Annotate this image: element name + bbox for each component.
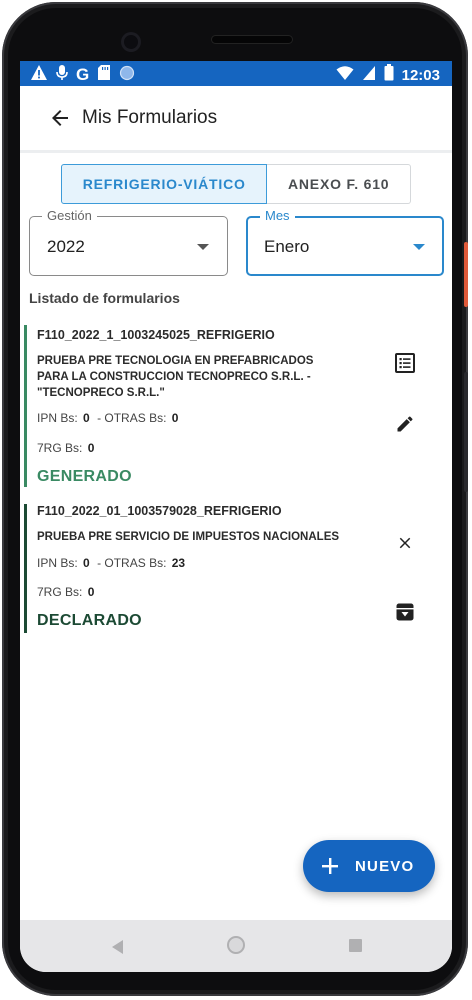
rg-value: 0	[87, 441, 95, 455]
status-bar-accent	[24, 504, 27, 633]
ipn-label: IPN Bs:	[37, 556, 78, 570]
arrow-back-icon[interactable]	[48, 106, 72, 130]
form-code: F110_2022_1_1003245025_REFRIGERIO	[37, 328, 275, 342]
otras-value: 0	[171, 411, 179, 425]
gestion-value: 2022	[47, 237, 85, 256]
mes-label: Mes	[260, 208, 295, 223]
plus-icon	[319, 855, 341, 877]
app-bar: Mis Formularios	[20, 86, 452, 153]
mic-icon	[56, 64, 68, 86]
mes-value: Enero	[264, 237, 310, 256]
toggle-refrigerio-viatico[interactable]: REFRIGERIO-VIÁTICO	[61, 164, 268, 204]
rg-value: 0	[87, 585, 95, 599]
archive-icon[interactable]	[393, 600, 417, 624]
rg-line: 7RG Bs: 0	[37, 441, 98, 455]
rg-label: 7RG Bs:	[37, 585, 83, 599]
new-button-label: NUEVO	[355, 857, 415, 875]
dropdown-arrow-icon	[413, 244, 425, 250]
battery-icon	[384, 64, 394, 86]
gestion-label: Gestión	[42, 208, 97, 223]
system-nav-bar	[20, 920, 452, 972]
form-description: PRUEBA PRE TECNOLOGIA EN PREFABRICADOS P…	[37, 355, 314, 399]
clock: 12:03	[401, 66, 440, 84]
dropdown-arrow-icon	[197, 244, 209, 250]
alert-icon	[30, 64, 48, 86]
mes-select[interactable]: Mes Enero	[246, 208, 444, 276]
nav-home-icon[interactable]	[227, 936, 245, 954]
edit-icon[interactable]	[393, 412, 417, 436]
status-bar-accent	[24, 325, 27, 487]
form-type-toggle: REFRIGERIO-VIÁTICO ANEXO F. 610	[61, 164, 411, 204]
toggle-anexo-f610[interactable]: ANEXO F. 610	[267, 164, 411, 204]
list-alt-icon[interactable]	[393, 351, 417, 375]
nav-back-icon[interactable]	[112, 940, 123, 954]
signal-icon	[362, 65, 376, 86]
ipn-value: 0	[83, 556, 90, 570]
form-description: PRUEBA PRE SERVICIO DE IMPUESTOS NACIONA…	[37, 531, 340, 543]
close-icon[interactable]	[393, 531, 417, 555]
rg-label: 7RG Bs:	[37, 441, 83, 455]
screen: G 12:03 Mis Formularios REFRIGERIO-VIÁTI…	[20, 61, 452, 972]
ipn-value: 0	[83, 411, 90, 425]
otras-label: - OTRAS Bs:	[97, 411, 167, 425]
status-declarado: DECLARADO	[37, 612, 142, 629]
nav-recents-icon[interactable]	[349, 939, 362, 952]
rg-line: 7RG Bs: 0	[37, 585, 98, 599]
status-bar: G 12:03	[20, 61, 452, 86]
amounts-line: IPN Bs: 0 - OTRAS Bs: 0	[37, 411, 182, 425]
front-camera	[121, 32, 141, 52]
list-item: F110_2022_01_1003579028_REFRIGERIO PRUEB…	[24, 504, 444, 634]
volume-button	[464, 372, 468, 492]
page-title: Mis Formularios	[82, 107, 218, 128]
sd-card-icon	[97, 64, 111, 86]
amounts-line: IPN Bs: 0 - OTRAS Bs: 23	[37, 556, 189, 570]
otras-label: - OTRAS Bs:	[97, 556, 167, 570]
wifi-icon	[336, 65, 354, 86]
power-button	[464, 242, 468, 307]
gestion-select[interactable]: Gestión 2022	[29, 208, 228, 276]
list-title: Listado de formularios	[29, 290, 180, 306]
otras-value: 23	[171, 556, 186, 570]
status-generado: GENERADO	[37, 468, 132, 485]
form-code: F110_2022_01_1003579028_REFRIGERIO	[37, 504, 282, 518]
list-item: F110_2022_1_1003245025_REFRIGERIO PRUEBA…	[24, 325, 444, 487]
add-new-button[interactable]: NUEVO	[303, 840, 435, 892]
ipn-label: IPN Bs:	[37, 411, 78, 425]
circle-icon	[119, 65, 135, 86]
phone-frame: G 12:03 Mis Formularios REFRIGERIO-VIÁTI…	[2, 2, 468, 996]
google-icon: G	[76, 65, 90, 84]
earpiece-speaker	[212, 36, 292, 43]
